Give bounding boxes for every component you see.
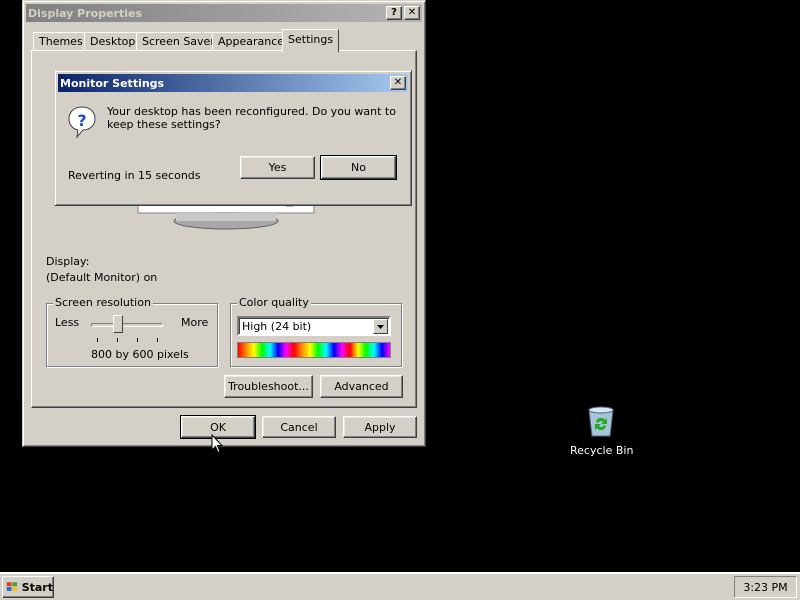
display-value: (Default Monitor) on [46, 271, 158, 284]
monitor-settings-titlebar[interactable]: Monitor Settings ✕ [58, 74, 408, 92]
help-button[interactable]: ? [386, 6, 402, 20]
tab-themes[interactable]: Themes [33, 32, 89, 51]
color-quality-group: Color quality High (24 bit) [230, 296, 402, 367]
dialog-close-button[interactable]: ✕ [390, 76, 406, 90]
color-quality-value: High (24 bit) [242, 319, 312, 333]
apply-button[interactable]: Apply [343, 416, 417, 438]
taskbar: Start 3:23 PM [0, 572, 800, 600]
color-spectrum-bar [237, 342, 391, 358]
close-button[interactable]: ✕ [404, 6, 420, 20]
slider-tick [97, 338, 98, 342]
start-button[interactable]: Start [2, 576, 54, 598]
monitor-settings-dialog: Monitor Settings ✕ ? Your desktop has be… [54, 70, 412, 206]
display-properties-titlebar[interactable]: Display Properties ? ✕ [26, 4, 422, 22]
cancel-button[interactable]: Cancel [262, 416, 336, 438]
resolution-value: 800 by 600 pixels [91, 348, 189, 361]
resolution-slider-track [91, 323, 163, 327]
system-tray: 3:23 PM [734, 576, 797, 598]
color-quality-legend: Color quality [237, 296, 311, 309]
slider-tick [137, 338, 138, 342]
troubleshoot-button[interactable]: Troubleshoot... [224, 375, 313, 398]
dialog-title: Monitor Settings [60, 76, 165, 90]
tab-settings[interactable]: Settings [282, 29, 340, 52]
dialog-message: Your desktop has been reconfigured. Do y… [107, 105, 396, 131]
screen-resolution-legend: Screen resolution [53, 296, 153, 309]
slider-tick [117, 338, 118, 342]
start-label: Start [21, 580, 53, 594]
svg-text:?: ? [77, 111, 86, 130]
resolution-slider-thumb[interactable] [113, 315, 123, 333]
question-icon: ? [68, 106, 96, 139]
screen-resolution-group: Screen resolution Less More 800 by 600 p… [46, 296, 218, 367]
clock[interactable]: 3:23 PM [743, 581, 787, 594]
tab-appearance[interactable]: Appearance [212, 32, 291, 51]
advanced-button[interactable]: Advanced [320, 375, 403, 398]
color-quality-dropdown[interactable]: High (24 bit) [237, 316, 391, 336]
recycle-bin-label: Recycle Bin [570, 444, 634, 457]
less-label: Less [55, 316, 80, 329]
tab-desktop[interactable]: Desktop [84, 32, 142, 51]
yes-button[interactable]: Yes [240, 156, 315, 179]
no-button[interactable]: No [320, 155, 397, 180]
recycle-bin[interactable]: Recycle Bin [570, 404, 634, 460]
tab-screen-saver[interactable]: Screen Saver [136, 32, 221, 51]
dropdown-arrow-icon[interactable] [373, 319, 388, 334]
more-label: More [181, 316, 209, 329]
window-title: Display Properties [28, 6, 143, 20]
desktop: Recycle Bin Display Properties ? ✕ Theme… [0, 0, 800, 572]
countdown-text: Reverting in 15 seconds [68, 169, 201, 182]
recycle-bin-icon [588, 406, 614, 437]
display-label: Display: [46, 255, 90, 268]
windows-logo-icon [6, 582, 18, 591]
mouse-cursor-icon [211, 434, 223, 454]
display-properties-window: Display Properties ? ✕ Themes Desktop Sc… [22, 0, 426, 447]
slider-tick [157, 338, 158, 342]
